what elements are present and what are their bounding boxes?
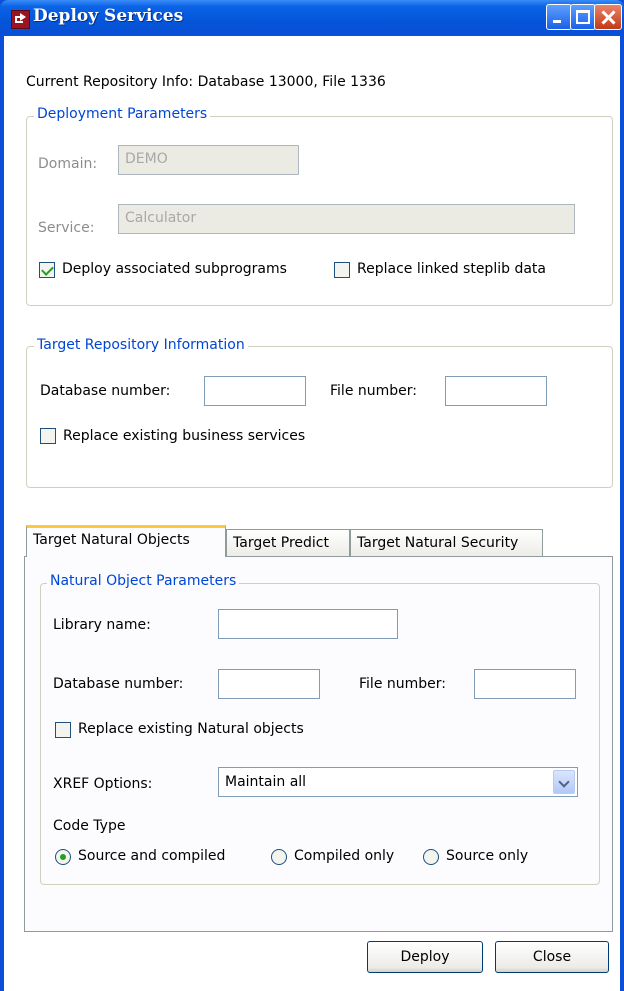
current-repository-info: Current Repository Info: Database 13000,… [26, 74, 386, 90]
deploy-subprograms-checkbox[interactable] [39, 262, 55, 278]
target-repository-legend: Target Repository Information [34, 337, 248, 353]
library-name-input[interactable] [218, 609, 398, 639]
window-title: Deploy Services [33, 6, 184, 26]
service-label: Service: [38, 220, 95, 236]
title-bar[interactable]: Deploy Services [0, 0, 624, 36]
service-field[interactable]: Calculator [118, 204, 575, 234]
domain-field[interactable]: DEMO [118, 145, 299, 175]
xref-options-label: XREF Options: [53, 776, 153, 792]
deploy-services-window: Deploy Services Current Repository Info:… [0, 0, 624, 991]
replace-natural-objects-checkbox[interactable] [55, 722, 71, 738]
natural-file-number-input[interactable] [474, 669, 576, 699]
minimize-button[interactable] [546, 4, 572, 30]
code-type-source-only-label: Source only [446, 848, 529, 864]
close-button[interactable]: Close [495, 941, 609, 973]
xref-options-select[interactable]: Maintain all [218, 767, 578, 797]
repo-database-number-input[interactable] [204, 376, 306, 406]
tab-target-natural-objects[interactable]: Target Natural Objects [26, 525, 226, 557]
natural-object-parameters-legend: Natural Object Parameters [47, 573, 240, 589]
replace-business-services-checkbox[interactable] [40, 428, 56, 444]
replace-natural-objects-label: Replace existing Natural objects [78, 721, 304, 737]
chevron-down-icon[interactable] [553, 770, 575, 794]
deploy-app-icon [11, 10, 30, 29]
code-type-compiled-only-label: Compiled only [294, 848, 395, 864]
natural-database-number-label: Database number: [53, 676, 184, 692]
target-repository-group [26, 346, 613, 488]
deploy-subprograms-label: Deploy associated subprograms [62, 261, 287, 277]
replace-steplib-checkbox[interactable] [334, 262, 350, 278]
deployment-parameters-legend: Deployment Parameters [34, 106, 211, 122]
code-type-compiled-only-radio[interactable] [271, 849, 287, 865]
code-type-source-only-radio[interactable] [423, 849, 439, 865]
library-name-label: Library name: [53, 617, 151, 633]
maximize-button[interactable] [570, 4, 596, 30]
replace-business-services-label: Replace existing business services [63, 428, 306, 444]
replace-steplib-label: Replace linked steplib data [357, 261, 546, 277]
xref-options-value: Maintain all [225, 774, 307, 790]
tab-target-predict[interactable]: Target Predict [226, 529, 350, 557]
code-type-label: Code Type [53, 818, 126, 834]
repo-database-number-label: Database number: [40, 383, 171, 399]
tab-target-natural-security[interactable]: Target Natural Security [350, 529, 543, 557]
natural-file-number-label: File number: [359, 676, 446, 692]
close-window-button[interactable] [594, 4, 622, 30]
repo-file-number-label: File number: [330, 383, 417, 399]
code-type-source-and-compiled-label: Source and compiled [78, 848, 226, 864]
dialog-body: Current Repository Info: Database 13000,… [4, 36, 620, 991]
code-type-source-and-compiled-radio[interactable] [55, 849, 71, 865]
deploy-button[interactable]: Deploy [367, 941, 483, 973]
repo-file-number-input[interactable] [445, 376, 547, 406]
natural-database-number-input[interactable] [218, 669, 320, 699]
tab-panel-natural-objects: Natural Object Parameters Library name: … [24, 556, 613, 932]
domain-label: Domain: [38, 156, 98, 172]
